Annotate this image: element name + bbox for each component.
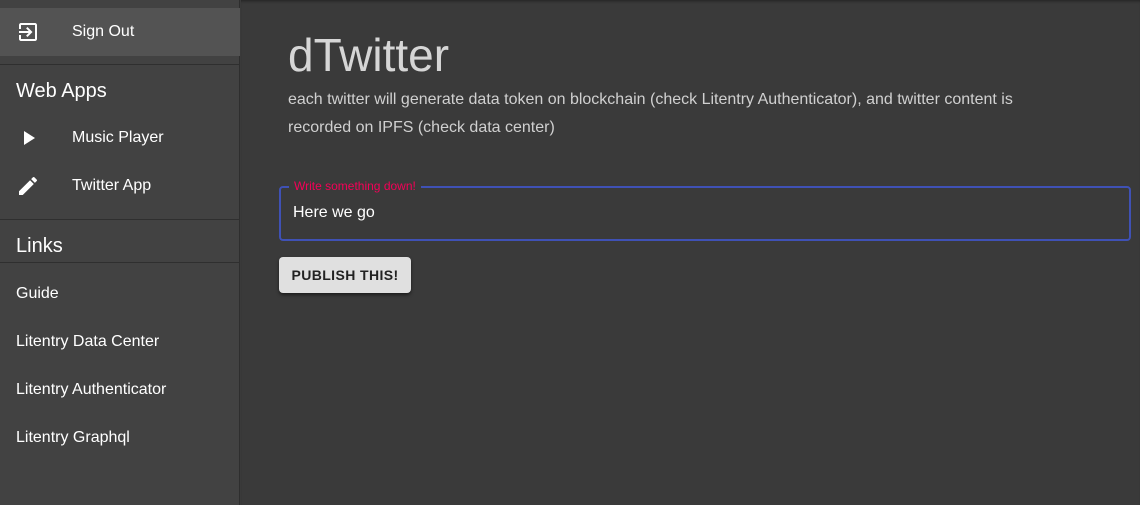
main-content: dTwitter each twitter will generate data… — [241, 0, 1140, 505]
divider — [0, 64, 240, 65]
divider — [0, 262, 240, 263]
sidebar-link-label: Litentry Data Center — [16, 333, 160, 350]
twitter-field-label: Write something down! — [289, 179, 421, 193]
divider — [0, 219, 240, 220]
twitter-text-field: Write something down! — [279, 179, 1131, 241]
sidebar-link-graphql[interactable]: Litentry Graphql — [0, 414, 240, 462]
links-header: Links — [16, 235, 63, 257]
exit-to-app-icon — [16, 20, 40, 44]
sidebar-link-label: Guide — [16, 285, 59, 302]
page-title: dTwitter — [288, 29, 450, 81]
page-description: each twitter will generate data token on… — [288, 91, 1013, 136]
sidebar: Sign Out Web Apps Music Player Twitter A… — [0, 0, 240, 505]
sidebar-link-data-center[interactable]: Litentry Data Center — [0, 318, 240, 366]
sign-out-label: Sign Out — [72, 23, 135, 40]
sidebar-link-label: Litentry Graphql — [16, 429, 130, 446]
sidebar-item-twitter-app[interactable]: Twitter App — [0, 162, 240, 210]
sidebar-link-authenticator[interactable]: Litentry Authenticator — [0, 366, 240, 414]
sidebar-link-label: Litentry Authenticator — [16, 381, 167, 398]
web-apps-header: Web Apps — [16, 80, 107, 102]
play-arrow-icon — [16, 126, 40, 150]
sidebar-link-guide[interactable]: Guide — [0, 270, 240, 318]
twitter-input[interactable] — [293, 204, 1113, 222]
sidebar-item-music-player[interactable]: Music Player — [0, 114, 240, 162]
edit-pencil-icon — [16, 174, 40, 198]
sidebar-item-label: Twitter App — [72, 177, 152, 194]
sidebar-item-label: Music Player — [72, 129, 164, 146]
publish-button[interactable]: PUBLISH THIS! — [279, 257, 411, 293]
sign-out-button[interactable]: Sign Out — [0, 8, 240, 56]
